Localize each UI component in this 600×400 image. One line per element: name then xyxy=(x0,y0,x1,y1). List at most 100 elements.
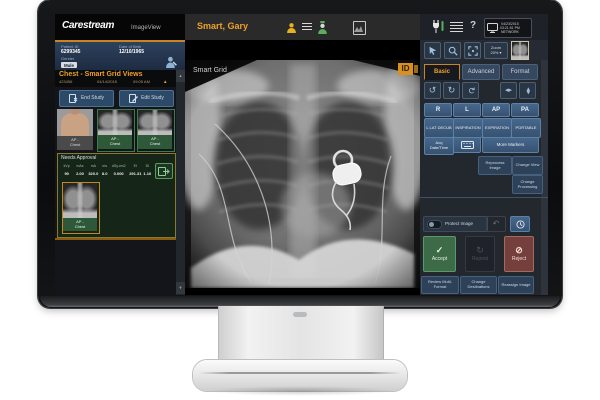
val-ms: 8.0 xyxy=(100,172,109,177)
col-dap: dGy.cm2 xyxy=(109,164,128,168)
marker-ap-button[interactable]: AP xyxy=(482,103,510,117)
rotate-180-icon: ↻ xyxy=(466,87,475,95)
patient-edit-icon[interactable] xyxy=(165,56,178,68)
current-image-thumbnail[interactable] xyxy=(511,41,529,60)
val-ei: 291.31 xyxy=(128,172,143,177)
marker-llat-decub-button[interactable]: L LAT DECUB xyxy=(424,118,454,138)
flip-horizontal-button[interactable]: ◂▸ xyxy=(500,82,517,99)
more-markers-button[interactable]: More Markers xyxy=(482,137,539,153)
change-view-button[interactable]: Change View xyxy=(512,156,543,175)
system-status-bar: ? 04/23/2015 03:21:51 PM NETWORK xyxy=(420,14,548,41)
id-marker-badge[interactable]: ID xyxy=(398,63,413,75)
end-study-label: End Study xyxy=(81,96,104,102)
scroll-down-icon: ▼ xyxy=(179,286,183,291)
thumbnail-ap-chest-2[interactable]: AP -Chest xyxy=(137,109,175,152)
accept-button[interactable]: ✓ Accept xyxy=(423,236,456,272)
screen: Carestream ImageView Smart, Gary ? xyxy=(55,14,548,295)
patient-info-card[interactable]: Patient ID 6299345 Date of Birth 12/10/1… xyxy=(55,40,185,72)
reprocess-image-button[interactable]: Reprocess Image xyxy=(478,156,512,175)
change-destinations-button[interactable]: Change Destinations xyxy=(460,276,497,294)
menu-icon[interactable] xyxy=(450,22,463,32)
rotate-ccw-button[interactable]: ↺ xyxy=(424,82,441,99)
fit-to-window-button[interactable] xyxy=(464,42,481,59)
acq-datetime-button[interactable]: Acq Date/Time xyxy=(424,137,454,155)
rotate-180-button[interactable]: ↻ xyxy=(462,82,479,99)
marker-l-button[interactable]: L xyxy=(453,103,481,117)
rotate-ccw-icon: ↺ xyxy=(429,86,437,95)
view-toolbar: Zoom 20%▾ xyxy=(420,40,548,61)
marker-r-button[interactable]: R xyxy=(424,103,452,117)
marker-pa-button[interactable]: PA xyxy=(511,103,539,117)
marker-inspiration-button[interactable]: INSPIRATION xyxy=(453,118,483,138)
needs-approval-title: Needs Approval xyxy=(61,156,96,162)
xray-thumbnail-image xyxy=(98,110,132,135)
viewport-letterbox xyxy=(185,288,420,295)
help-icon[interactable]: ? xyxy=(470,21,476,31)
protect-toggle[interactable] xyxy=(427,220,442,229)
thumbnail-ap-chest-pending[interactable]: AP -Chest xyxy=(62,182,100,234)
patient-icon[interactable] xyxy=(285,21,297,33)
reject-button[interactable]: ⊘ Reject xyxy=(504,236,534,272)
send-image-button[interactable] xyxy=(155,163,173,179)
needs-approval-panel: Needs Approval kVp mAs mA ms dGy.cm2 EI … xyxy=(57,153,176,238)
change-processing-button[interactable]: Change Processing xyxy=(512,175,543,194)
end-study-icon xyxy=(69,94,78,103)
check-icon: ✓ xyxy=(436,246,444,255)
end-study-button[interactable]: End Study xyxy=(59,90,114,107)
col-mas: mAs xyxy=(73,164,86,168)
send-image-icon xyxy=(158,167,170,176)
edit-study-icon xyxy=(129,94,138,103)
edit-study-label: Edit Study xyxy=(141,96,164,102)
technique-header-row: kVp mAs mA ms dGy.cm2 EI DI xyxy=(60,163,152,170)
pan-tool-button[interactable] xyxy=(424,42,441,59)
gender-value: Male xyxy=(61,62,77,68)
scroll-up-button[interactable]: ▲ xyxy=(176,70,185,82)
tech-person-icon[interactable] xyxy=(316,20,328,34)
sidebar-scrollbar[interactable] xyxy=(176,70,185,295)
image-page-icon[interactable] xyxy=(353,21,366,35)
keyboard-marker-button[interactable] xyxy=(453,137,481,153)
edit-study-button[interactable]: Edit Study xyxy=(119,90,174,107)
tab-basic[interactable]: Basic xyxy=(424,64,460,80)
thumbnail-label: AP -Chest xyxy=(57,136,93,150)
rotate-cw-button[interactable]: ↻ xyxy=(443,82,460,99)
thumbnail-body-diagram[interactable]: AP -Chest xyxy=(57,109,93,150)
review-multiformat-button[interactable]: Review Multi-Format xyxy=(421,276,459,294)
col-ms: ms xyxy=(100,164,109,168)
undo-button[interactable]: ↶ xyxy=(486,216,506,232)
worklist-icon[interactable] xyxy=(302,23,312,32)
protect-image-toggle-row[interactable]: Protect Image xyxy=(423,216,488,232)
magnifier-icon xyxy=(448,46,458,56)
marker-portable-button[interactable]: PORTABLE xyxy=(511,118,541,138)
zoom-dropdown[interactable]: Zoom 20%▾ xyxy=(484,42,508,59)
brand-logo: Carestream xyxy=(62,21,114,31)
tab-advanced[interactable]: Advanced xyxy=(462,64,500,80)
status-network: NETWORK xyxy=(501,30,519,34)
monitor-status-icon xyxy=(487,23,498,33)
thumbnail-label: AP -Chest xyxy=(63,218,97,231)
thumbnail-ap-chest-1[interactable]: AP -Chest xyxy=(97,109,135,152)
xray-thumbnail-image xyxy=(63,183,97,218)
pan-arrow-icon xyxy=(428,46,437,55)
col-kvp: kVp xyxy=(60,164,73,168)
magnify-tool-button[interactable] xyxy=(444,42,461,59)
clock-icon xyxy=(516,220,525,229)
reassign-image-button[interactable]: Reassign Image xyxy=(498,276,534,294)
study-header[interactable]: Chest - Smart Grid Views 423456 04/14/20… xyxy=(55,70,176,87)
timer-button[interactable] xyxy=(510,216,530,232)
panel-divider xyxy=(420,197,548,198)
app-name: ImageView xyxy=(131,25,161,32)
flip-vertical-button[interactable]: ◂▸ xyxy=(519,82,536,99)
stand-logo xyxy=(293,312,307,317)
marker-expiration-button[interactable]: EXPIRATION xyxy=(482,118,512,138)
repeat-button[interactable]: ↻ Repeat xyxy=(465,236,495,272)
col-ei: EI xyxy=(128,164,143,168)
chevron-down-icon: ▾ xyxy=(500,51,502,56)
power-plug-icon[interactable] xyxy=(430,19,444,34)
gender-label: Gender xyxy=(61,57,74,62)
dob-value: 12/10/1965 xyxy=(119,50,144,56)
scroll-down-button[interactable]: ▼ xyxy=(176,282,185,294)
status-box[interactable]: 04/23/2015 03:21:51 PM NETWORK xyxy=(484,18,532,38)
image-viewport[interactable]: Smart Grid ID xyxy=(185,40,420,295)
tab-format[interactable]: Format xyxy=(502,64,538,80)
